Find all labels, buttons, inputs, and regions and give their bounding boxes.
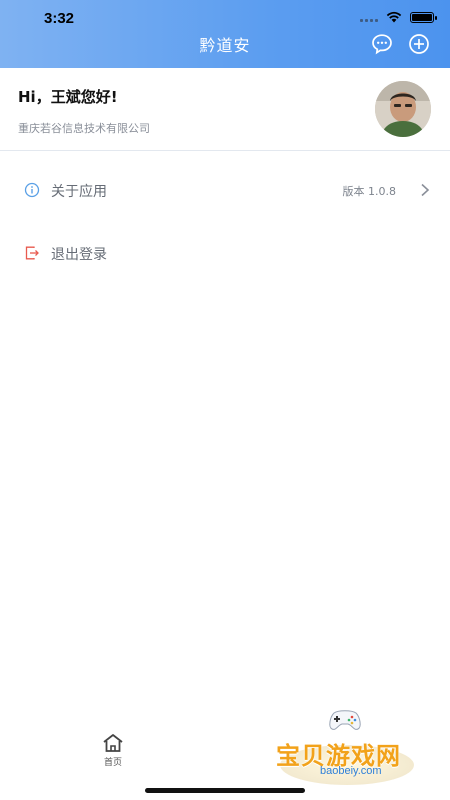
chevron-right-icon	[421, 183, 430, 197]
logout-row[interactable]: 退出登录	[0, 233, 450, 273]
plus-circle-icon[interactable]	[408, 33, 430, 55]
about-app-label: 关于应用	[51, 184, 107, 200]
company-name: 重庆若谷信息技术有限公司	[18, 122, 150, 135]
app-version: 版本 1.0.8	[342, 185, 397, 198]
watermark-url: baobeiy.com	[320, 765, 382, 777]
user-greeting: Hi，王斌您好!	[18, 88, 118, 106]
info-icon	[24, 182, 40, 198]
watermark: 宝贝游戏网 baobeiy.com	[272, 705, 422, 790]
avatar[interactable]	[375, 81, 431, 137]
gamepad-icon	[329, 710, 361, 730]
wifi-icon	[386, 11, 402, 23]
logout-icon	[25, 246, 39, 260]
app-header: 3:32 黔道安	[0, 0, 450, 68]
profile-card: Hi，王斌您好! 重庆若谷信息技术有限公司	[0, 68, 450, 151]
status-time: 3:32	[44, 10, 75, 27]
chat-bubble-icon[interactable]	[371, 33, 393, 55]
signal-icon	[360, 12, 378, 22]
battery-icon	[410, 11, 437, 23]
home-indicator[interactable]	[145, 788, 305, 793]
status-icons	[360, 11, 437, 23]
tab-home-label: 首页	[103, 758, 122, 768]
logout-label: 退出登录	[51, 247, 107, 263]
about-app-row[interactable]: 关于应用 版本 1.0.8	[0, 170, 450, 210]
home-icon	[103, 734, 123, 752]
tab-home[interactable]: 首页	[97, 733, 129, 768]
